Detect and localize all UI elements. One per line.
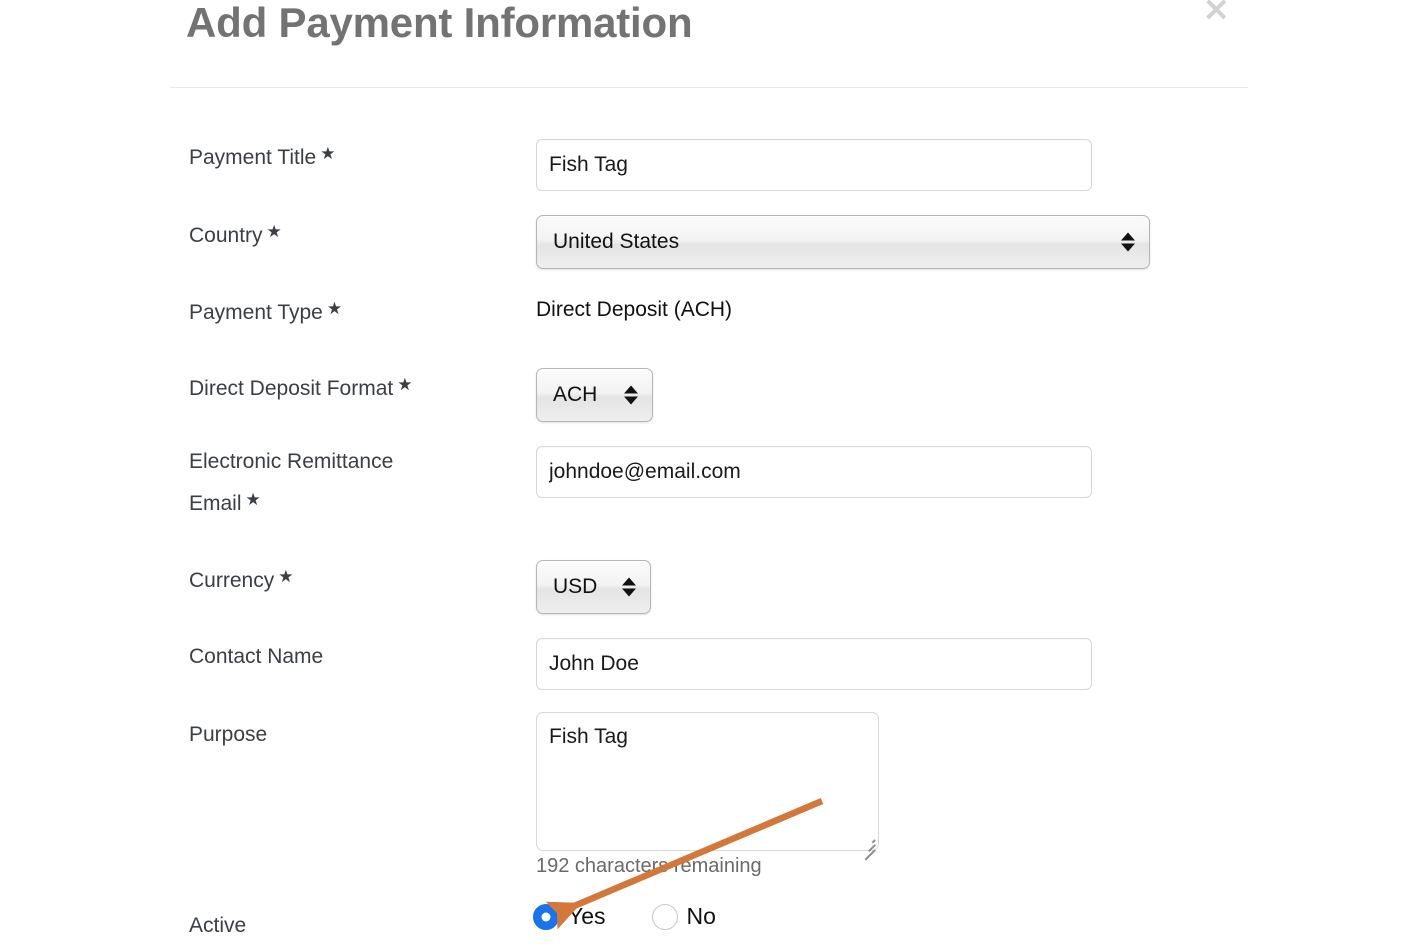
label-direct-deposit-format: Direct Deposit Format ★ <box>189 366 519 408</box>
label-contact-name: Contact Name <box>189 634 519 676</box>
label-currency-text: Currency <box>189 569 275 592</box>
required-star-icon: ★ <box>278 567 294 587</box>
add-payment-information-dialog: Add Payment Information × Payment Title ★… <box>0 0 1411 942</box>
control-payment-title <box>536 139 1092 191</box>
label-active: Active <box>189 903 519 945</box>
chevron-updown-icon <box>622 577 636 597</box>
label-contact-name-text: Contact Name <box>189 645 324 668</box>
country-select-value: United States <box>553 230 680 253</box>
label-electronic-remittance-email: Electronic Remittance Email ★ <box>189 442 459 523</box>
chevron-updown-icon <box>624 385 638 405</box>
active-radio-group: Yes No <box>533 903 746 930</box>
radio-unselected-icon[interactable] <box>651 903 678 930</box>
direct-deposit-format-value: ACH <box>553 383 598 406</box>
direct-deposit-format-select[interactable]: ACH <box>536 368 653 422</box>
label-purpose: Purpose <box>189 712 519 754</box>
payment-type-value: Direct Deposit (ACH) <box>536 298 733 321</box>
electronic-remittance-email-input[interactable] <box>536 446 1092 498</box>
control-purpose: Fish Tag <box>536 712 879 860</box>
required-star-icon: ★ <box>397 375 413 395</box>
label-country-text: Country <box>189 224 263 247</box>
radio-selected-icon[interactable] <box>533 903 559 930</box>
currency-select-value: USD <box>553 575 598 598</box>
label-payment-title: Payment Title ★ <box>189 135 519 177</box>
payment-information-form: Payment Title★ Country★ United States Pa… <box>0 0 1411 942</box>
control-contact-name <box>536 638 1092 690</box>
label-electronic-remittance-email-text: Electronic Remittance Email <box>189 450 394 515</box>
active-radio-no-label: No <box>686 903 716 929</box>
required-star-icon: ★ <box>320 144 336 164</box>
control-electronic-remittance-email <box>536 446 1092 498</box>
active-radio-yes[interactable]: Yes <box>533 903 606 930</box>
label-country: Country ★ <box>189 213 519 255</box>
label-active-text: Active <box>189 914 247 937</box>
chevron-updown-icon <box>1121 232 1135 252</box>
active-radio-no[interactable]: No <box>651 903 716 930</box>
label-payment-type-text: Payment Type <box>189 301 323 324</box>
payment-title-input[interactable] <box>536 139 1092 191</box>
country-select[interactable]: United States <box>536 215 1150 269</box>
control-direct-deposit-format: ACH <box>536 368 653 422</box>
label-payment-type: Payment Type ★ <box>189 290 519 332</box>
active-radio-yes-label: Yes <box>568 903 606 929</box>
required-star-icon: ★ <box>266 222 282 242</box>
required-star-icon: ★ <box>326 299 343 319</box>
required-star-icon: ★ <box>245 490 261 510</box>
control-country: United States <box>536 215 1150 269</box>
purpose-textarea-wrap: Fish Tag <box>536 712 879 860</box>
label-purpose-text: Purpose <box>189 723 268 746</box>
purpose-textarea[interactable]: Fish Tag <box>536 712 879 851</box>
label-payment-title-text: Payment Title <box>189 146 317 169</box>
purpose-character-counter: 192 characters remaining <box>536 855 762 877</box>
control-currency: USD <box>536 560 651 614</box>
control-payment-type: Direct Deposit (ACH) <box>536 290 732 329</box>
contact-name-input[interactable] <box>536 638 1092 690</box>
label-currency: Currency ★ <box>189 558 519 600</box>
label-direct-deposit-format-text: Direct Deposit Format <box>189 377 394 400</box>
currency-select[interactable]: USD <box>536 560 651 614</box>
